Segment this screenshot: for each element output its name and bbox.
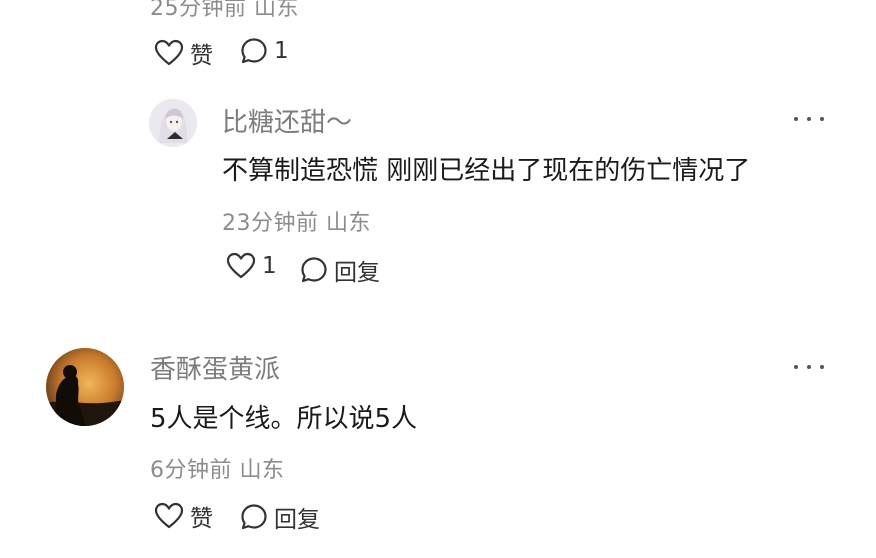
comment-bubble-icon [241, 38, 267, 64]
comment-bubble-icon [241, 504, 267, 530]
comment-reply-button[interactable]: 回复 [240, 500, 320, 534]
reply-label: 回复 [334, 260, 380, 286]
reply-meta: 23分钟前 山东 [222, 211, 371, 236]
reply-username[interactable]: 比糖还甜～ [222, 102, 352, 139]
reply-avatar[interactable] [149, 99, 197, 147]
dot [820, 117, 824, 121]
avatar-image [46, 348, 124, 426]
like-label: 赞 [190, 43, 213, 69]
heart-icon [154, 39, 184, 66]
reply-like-button[interactable]: 1 [226, 252, 277, 280]
top-comment-reply-button[interactable]: 1 [240, 37, 289, 65]
comment-more-button[interactable] [794, 362, 824, 372]
top-comment-like-button[interactable]: 赞 [154, 36, 213, 70]
heart-icon [226, 252, 256, 279]
like-label: 赞 [190, 506, 213, 532]
comment-avatar[interactable] [46, 348, 124, 426]
reply-label: 回复 [274, 507, 320, 533]
top-comment-meta: 25分钟前 山东 [150, 0, 299, 21]
reply-reply-button[interactable]: 回复 [300, 253, 380, 287]
heart-icon [154, 502, 184, 529]
comment-meta: 6分钟前 山东 [150, 458, 285, 483]
reply-content: 不算制造恐慌 刚刚已经出了现在的伤亡情况了 [222, 156, 751, 186]
comment-bubble-icon [301, 257, 327, 283]
comment-content: 5人是个线。所以说5人 [150, 404, 418, 434]
dot [820, 365, 824, 369]
comment-like-button[interactable]: 赞 [154, 499, 213, 533]
dot [794, 117, 798, 121]
avatar-image [149, 99, 197, 147]
comment-thread: 25分钟前 山东 赞 1 比糖还甜～ 不算制造恐慌 刚刚已经出了现在的伤亡情况了… [0, 0, 876, 558]
dot [794, 365, 798, 369]
comment-username[interactable]: 香酥蛋黄派 [150, 349, 280, 386]
reply-count: 1 [274, 38, 289, 64]
like-count: 1 [262, 253, 277, 279]
dot [807, 117, 811, 121]
dot [807, 365, 811, 369]
reply-more-button[interactable] [794, 114, 824, 124]
